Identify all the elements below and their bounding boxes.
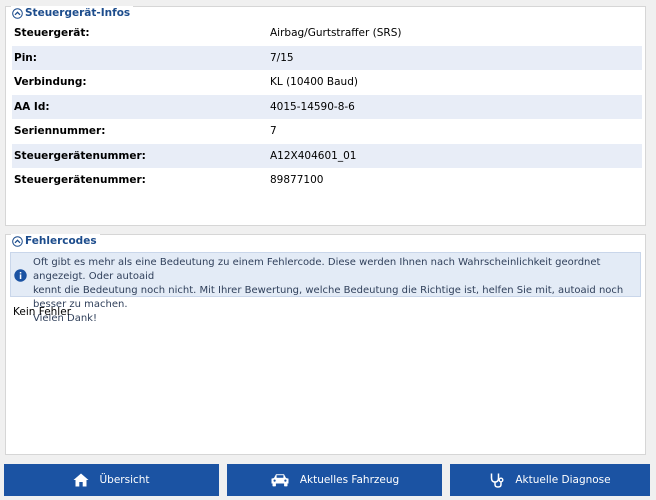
current-vehicle-button[interactable]: Aktuelles Fahrzeug — [227, 464, 442, 496]
overview-label: Übersicht — [99, 474, 150, 486]
info-label: Steuergerät: — [14, 27, 90, 40]
no-error-text: Kein Fehler — [13, 306, 72, 318]
info-label: AA Id: — [14, 100, 50, 113]
info-value: A12X404601_01 — [270, 149, 357, 162]
info-row-serial: Seriennummer: 7 — [12, 119, 642, 144]
home-icon — [73, 473, 89, 487]
current-diagnosis-button[interactable]: Aktuelle Diagnose — [450, 464, 650, 496]
info-notice: Oft gibt es mehr als eine Bedeutung zu e… — [10, 252, 641, 324]
collapse-icon[interactable] — [12, 235, 23, 247]
info-row-pin: Pin: 7/15 — [12, 45, 642, 70]
stethoscope-icon — [489, 472, 505, 488]
info-icon — [14, 269, 27, 282]
collapse-icon[interactable] — [12, 7, 23, 19]
info-label: Steuergerätenummer: — [14, 149, 146, 162]
overview-button[interactable]: Übersicht — [4, 464, 219, 496]
info-label: Verbindung: — [14, 76, 87, 89]
info-value: 7 — [270, 125, 277, 138]
ecu-info-panel: Steuergerät-Infos Steuergerät: Airbag/Gu… — [5, 6, 646, 226]
ecu-info-title: Steuergerät-Infos — [25, 7, 131, 19]
ecu-info-header[interactable]: Steuergerät-Infos — [11, 6, 134, 20]
notice-line: kennt die Bedeutung noch nicht. Mit Ihre… — [33, 285, 624, 310]
car-icon — [270, 473, 290, 487]
notice-text: Oft gibt es mehr als eine Bedeutung zu e… — [33, 253, 640, 326]
info-value: 4015-14590-8-6 — [270, 100, 355, 113]
notice-line: Oft gibt es mehr als eine Bedeutung zu e… — [33, 257, 601, 282]
info-label: Seriennummer: — [14, 125, 106, 138]
info-row-ecu: Steuergerät: Airbag/Gurtstraffer (SRS) — [12, 21, 642, 46]
notice-line: Vielen Dank! — [33, 313, 97, 324]
current-diagnosis-label: Aktuelle Diagnose — [515, 474, 611, 486]
info-value: 7/15 — [270, 51, 294, 64]
info-row-ecu-number: Steuergerätenummer: A12X404601_01 — [12, 143, 642, 168]
error-codes-panel: Fehlercodes Oft gibt es mehr als eine Be… — [5, 234, 646, 455]
info-value: KL (10400 Baud) — [270, 76, 358, 89]
error-codes-header[interactable]: Fehlercodes — [11, 234, 100, 248]
info-row-aa-id: AA Id: 4015-14590-8-6 — [12, 94, 642, 119]
info-label: Pin: — [14, 51, 37, 64]
info-row-connection: Verbindung: KL (10400 Baud) — [12, 70, 642, 95]
info-row-ecu-number-2: Steuergerätenummer: 89877100 — [12, 168, 642, 193]
info-value: Airbag/Gurtstraffer (SRS) — [270, 27, 402, 40]
error-codes-title: Fehlercodes — [25, 235, 97, 247]
ecu-info-table: Steuergerät: Airbag/Gurtstraffer (SRS) P… — [12, 21, 642, 193]
info-value: 89877100 — [270, 174, 324, 187]
info-label: Steuergerätenummer: — [14, 174, 146, 187]
bottom-nav: Übersicht Aktuelles Fahrzeug Aktuelle Di… — [0, 462, 656, 500]
current-vehicle-label: Aktuelles Fahrzeug — [299, 474, 400, 486]
